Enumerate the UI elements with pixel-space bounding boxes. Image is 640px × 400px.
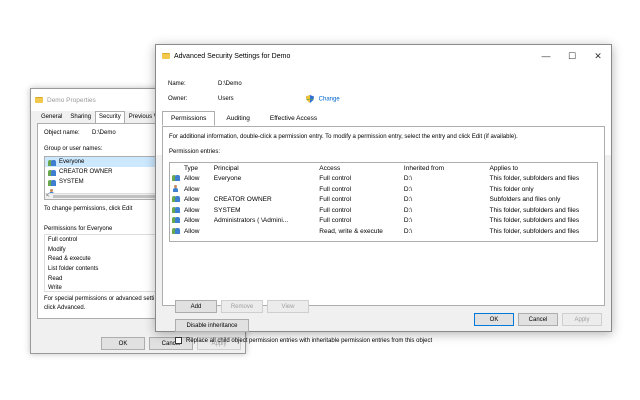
group-icon [172,195,180,203]
uac-shield-icon [306,95,314,103]
view-button[interactable]: View [267,300,309,313]
replace-child-permissions-option[interactable]: Replace all child object permission entr… [175,337,432,344]
properties-title: Demo Properties [47,96,96,104]
table-row[interactable]: Allow Full control D:\ This folder only [170,184,597,195]
change-permissions-text: To change permissions, click Edit [44,206,133,212]
table-row[interactable]: Allow Everyone Full control D:\ This fol… [170,174,597,185]
column-type[interactable]: Type [184,165,214,172]
advanced-tabs: Permissions Auditing Effective Access [162,111,328,126]
change-link-text[interactable]: Change [319,97,340,103]
owner-label: Owner: [168,96,188,102]
tab-permissions[interactable]: Permissions [162,111,216,126]
object-name-label: Object name: [44,130,80,136]
disable-inheritance-button[interactable]: Disable inheritance [175,319,249,332]
folder-icon [35,97,43,103]
replace-checkbox[interactable] [175,337,182,344]
table-row[interactable]: Allow CREATOR OWNER Full control D:\ Sub… [170,195,597,206]
properties-tabs: General Sharing Security Previous V [37,111,162,123]
group-icon [172,216,180,224]
table-header: Type Principal Access Inherited from App… [170,163,597,174]
group-label: Group or user names: [44,146,103,152]
add-button[interactable]: Add [175,300,217,313]
column-principal[interactable]: Principal [214,165,320,172]
close-icon[interactable]: ✕ [585,45,611,67]
permission-entries-label: Permission entries: [169,149,221,155]
tab-sharing[interactable]: Sharing [66,111,95,123]
user-icon [172,184,179,192]
cancel-button[interactable]: Cancel [518,313,558,326]
permissions-for-label: Permissions for Everyone [44,226,113,232]
advanced-titlebar[interactable]: Advanced Security Settings for Demo — ☐ … [156,45,611,67]
table-row[interactable]: Allow Administrators ( \Admini... Full c… [170,216,597,227]
owner-value: Users [218,96,234,102]
maximize-icon[interactable]: ☐ [559,45,585,67]
ok-button[interactable]: OK [101,337,145,350]
change-owner-link[interactable]: Change [306,95,340,103]
info-text: For additional information, double-click… [169,134,518,140]
permissions-panel: For additional information, double-click… [162,126,605,344]
column-inherited-from[interactable]: Inherited from [404,165,490,172]
name-label: Name: [168,81,186,87]
apply-button[interactable]: Apply [562,313,602,326]
group-icon [172,174,180,182]
special-permissions-text: For special permissions or advanced sett… [44,296,155,302]
ok-button[interactable]: OK [474,313,514,326]
group-icon [48,159,56,166]
replace-checkbox-label: Replace all child object permission entr… [186,338,433,345]
column-applies-to[interactable]: Applies to [490,165,598,172]
click-advanced-text: click Advanced. [44,305,86,311]
tab-auditing[interactable]: Auditing [217,111,259,126]
name-value: D:\Demo [218,81,242,87]
column-access[interactable]: Access [319,165,404,172]
permission-entries-table[interactable]: Type Principal Access Inherited from App… [169,162,598,242]
group-icon [48,169,56,176]
advanced-title: Advanced Security Settings for Demo [174,52,291,60]
tab-security[interactable]: Security [95,111,125,123]
tab-effective-access[interactable]: Effective Access [261,111,326,126]
object-name-value: D:\Demo [92,130,116,136]
group-icon [48,179,56,186]
minimize-icon[interactable]: — [533,45,559,67]
table-row[interactable]: Allow SYSTEM Full control D:\ This folde… [170,205,597,216]
table-row[interactable]: Allow Read, write & execute D:\ This fol… [170,226,597,237]
folder-icon [162,53,170,59]
advanced-security-window: Advanced Security Settings for Demo — ☐ … [155,44,612,344]
remove-button[interactable]: Remove [221,300,263,313]
tab-general[interactable]: General [37,111,66,123]
group-icon [172,206,180,213]
scroll-left-icon[interactable]: < [46,193,50,199]
group-icon [172,227,180,234]
